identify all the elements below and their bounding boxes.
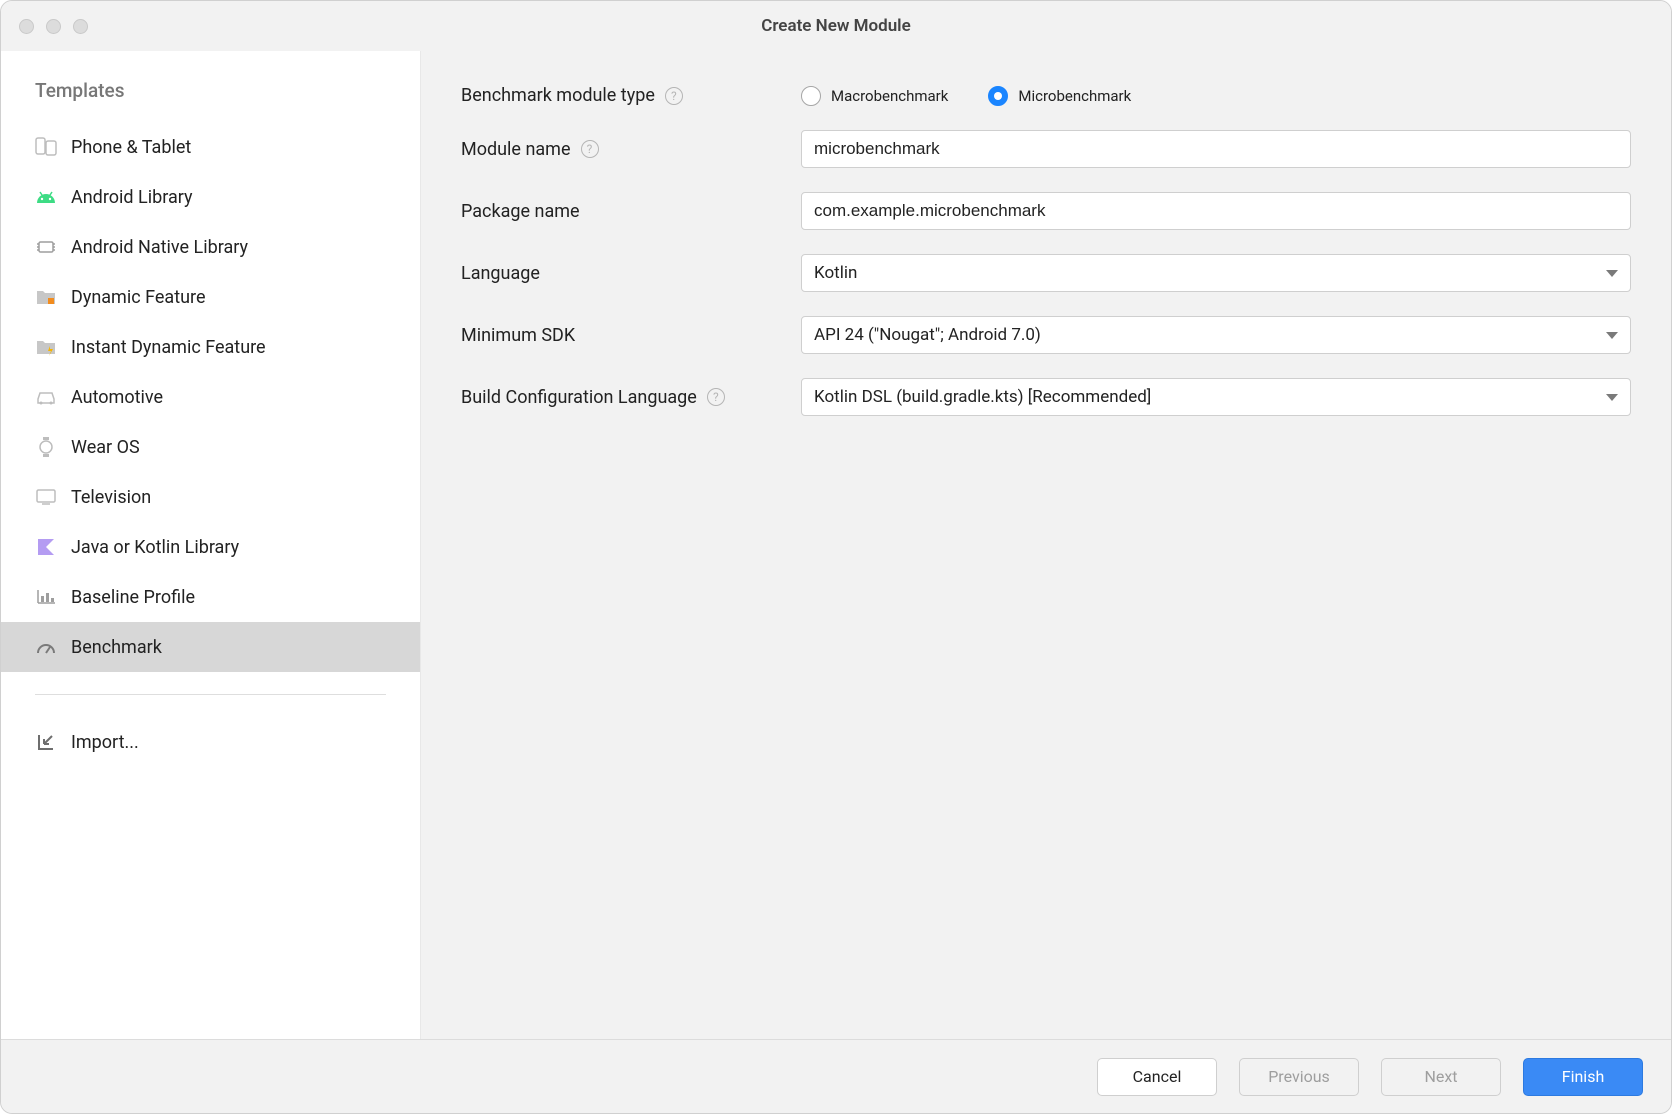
- sidebar-item-phone-tablet[interactable]: Phone & Tablet: [1, 122, 420, 172]
- sidebar-item-television[interactable]: Television: [1, 472, 420, 522]
- android-library-icon: [35, 186, 57, 208]
- sidebar-heading: Templates: [1, 79, 420, 122]
- radio-label: Macrobenchmark: [831, 87, 948, 105]
- row-build-config-language: Build Configuration Language ? Kotlin DS…: [461, 378, 1631, 416]
- label-text: Build Configuration Language: [461, 387, 697, 408]
- dialog-title: Create New Module: [1, 16, 1671, 36]
- phone-tablet-icon: [35, 136, 57, 158]
- row-minimum-sdk: Minimum SDK API 24 ("Nougat"; Android 7.…: [461, 316, 1631, 354]
- sidebar-item-android-native-library[interactable]: Android Native Library: [1, 222, 420, 272]
- select-value: Kotlin DSL (build.gradle.kts) [Recommend…: [814, 387, 1151, 407]
- label-minimum-sdk: Minimum SDK: [461, 325, 801, 346]
- label-text: Benchmark module type: [461, 85, 655, 106]
- minimum-sdk-select[interactable]: API 24 ("Nougat"; Android 7.0): [801, 316, 1631, 354]
- row-language: Language Kotlin: [461, 254, 1631, 292]
- sidebar-divider: [35, 694, 386, 695]
- help-icon[interactable]: ?: [581, 140, 599, 158]
- templates-sidebar: Templates Phone & Tablet Android Library: [1, 51, 421, 1039]
- automotive-icon: [35, 386, 57, 408]
- sidebar-item-label: Benchmark: [71, 637, 162, 658]
- label-build-config-language: Build Configuration Language ?: [461, 387, 801, 408]
- sidebar-item-automotive[interactable]: Automotive: [1, 372, 420, 422]
- build-config-language-select[interactable]: Kotlin DSL (build.gradle.kts) [Recommend…: [801, 378, 1631, 416]
- radio-macrobenchmark[interactable]: Macrobenchmark: [801, 86, 948, 106]
- java-kotlin-library-icon: [35, 536, 57, 558]
- sidebar-item-label: Android Library: [71, 187, 193, 208]
- radio-circle-icon: [988, 86, 1008, 106]
- radio-microbenchmark[interactable]: Microbenchmark: [988, 86, 1131, 106]
- select-value: API 24 ("Nougat"; Android 7.0): [814, 325, 1041, 345]
- titlebar: Create New Module: [1, 1, 1671, 51]
- radio-label: Microbenchmark: [1018, 87, 1131, 105]
- language-select[interactable]: Kotlin: [801, 254, 1631, 292]
- dialog-body: Templates Phone & Tablet Android Library: [1, 51, 1671, 1039]
- label-package-name: Package name: [461, 201, 801, 222]
- wear-os-icon: [35, 436, 57, 458]
- module-name-input[interactable]: [801, 130, 1631, 168]
- dynamic-feature-icon: [35, 286, 57, 308]
- row-module-name: Module name ?: [461, 130, 1631, 168]
- label-benchmark-type: Benchmark module type ?: [461, 85, 801, 106]
- sidebar-list: Phone & Tablet Android Library Android N…: [1, 122, 420, 672]
- sidebar-item-dynamic-feature[interactable]: Dynamic Feature: [1, 272, 420, 322]
- form-area: Benchmark module type ? Macrobenchmark M…: [421, 51, 1671, 1039]
- benchmark-type-radio-group: Macrobenchmark Microbenchmark: [801, 86, 1631, 106]
- sidebar-item-label: Phone & Tablet: [71, 137, 191, 158]
- sidebar-item-java-kotlin-library[interactable]: Java or Kotlin Library: [1, 522, 420, 572]
- television-icon: [35, 486, 57, 508]
- instant-dynamic-feature-icon: [35, 336, 57, 358]
- dialog-footer: Cancel Previous Next Finish: [1, 1039, 1671, 1113]
- label-text: Module name: [461, 139, 571, 160]
- sidebar-item-instant-dynamic-feature[interactable]: Instant Dynamic Feature: [1, 322, 420, 372]
- sidebar-item-label: Television: [71, 487, 151, 508]
- finish-button[interactable]: Finish: [1523, 1058, 1643, 1096]
- label-language: Language: [461, 263, 801, 284]
- chevron-down-icon: [1606, 332, 1618, 339]
- help-icon[interactable]: ?: [707, 388, 725, 406]
- label-text: Minimum SDK: [461, 325, 575, 346]
- sidebar-item-wear-os[interactable]: Wear OS: [1, 422, 420, 472]
- sidebar-item-label: Wear OS: [71, 437, 140, 458]
- dialog-window: Create New Module Templates Phone & Tabl…: [0, 0, 1672, 1114]
- sidebar-item-import[interactable]: Import...: [1, 717, 420, 767]
- native-library-icon: [35, 236, 57, 258]
- row-package-name: Package name: [461, 192, 1631, 230]
- label-text: Language: [461, 263, 540, 284]
- label-module-name: Module name ?: [461, 139, 801, 160]
- import-icon: [35, 731, 57, 753]
- cancel-button[interactable]: Cancel: [1097, 1058, 1217, 1096]
- chevron-down-icon: [1606, 270, 1618, 277]
- radio-circle-icon: [801, 86, 821, 106]
- next-button[interactable]: Next: [1381, 1058, 1501, 1096]
- sidebar-item-benchmark[interactable]: Benchmark: [1, 622, 420, 672]
- previous-button[interactable]: Previous: [1239, 1058, 1359, 1096]
- sidebar-item-label: Import...: [71, 732, 139, 753]
- sidebar-item-label: Instant Dynamic Feature: [71, 337, 266, 358]
- sidebar-item-label: Android Native Library: [71, 237, 248, 258]
- sidebar-item-label: Java or Kotlin Library: [71, 537, 239, 558]
- benchmark-icon: [35, 636, 57, 658]
- sidebar-item-android-library[interactable]: Android Library: [1, 172, 420, 222]
- sidebar-item-label: Dynamic Feature: [71, 287, 206, 308]
- chevron-down-icon: [1606, 394, 1618, 401]
- sidebar-item-baseline-profile[interactable]: Baseline Profile: [1, 572, 420, 622]
- help-icon[interactable]: ?: [665, 87, 683, 105]
- package-name-input[interactable]: [801, 192, 1631, 230]
- sidebar-item-label: Automotive: [71, 387, 163, 408]
- row-benchmark-type: Benchmark module type ? Macrobenchmark M…: [461, 85, 1631, 106]
- sidebar-item-label: Baseline Profile: [71, 587, 195, 608]
- select-value: Kotlin: [814, 263, 857, 283]
- label-text: Package name: [461, 201, 580, 222]
- baseline-profile-icon: [35, 586, 57, 608]
